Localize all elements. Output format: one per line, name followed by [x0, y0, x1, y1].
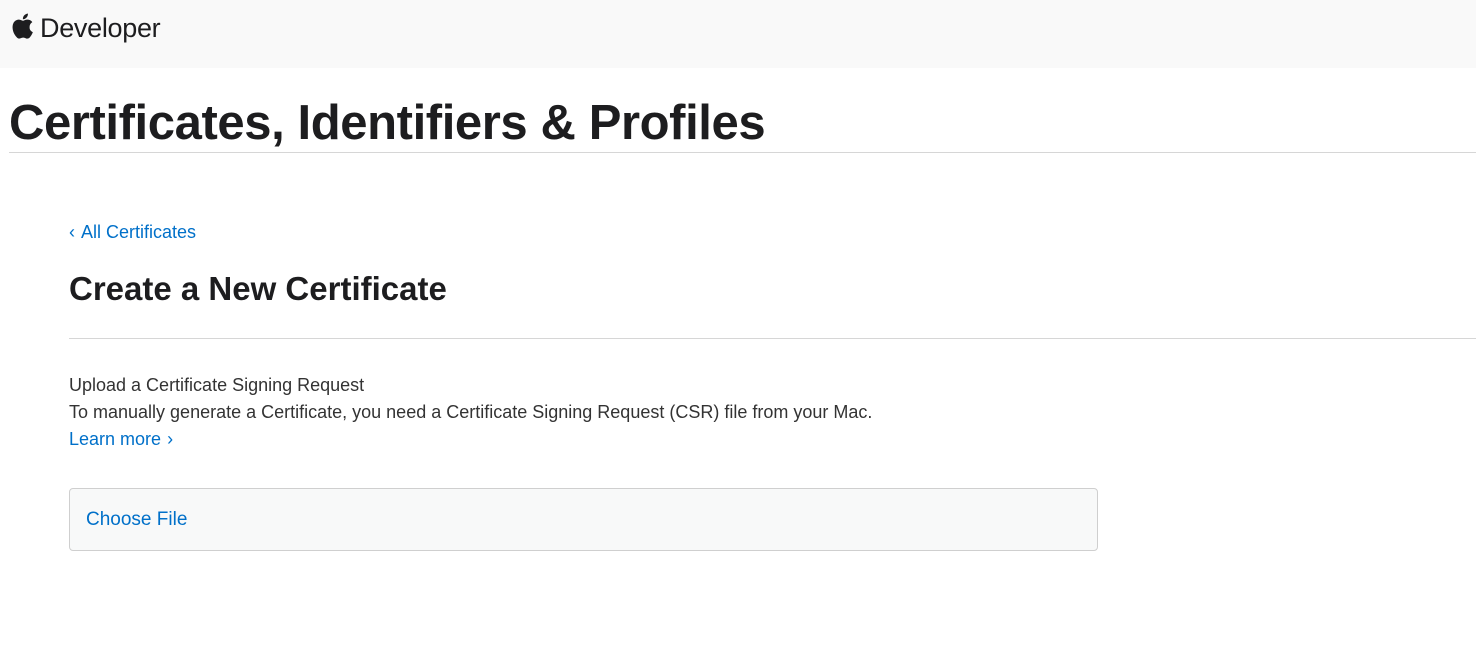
file-upload-dropzone[interactable]: Choose File: [69, 488, 1098, 551]
back-link-label: All Certificates: [81, 222, 197, 242]
chevron-right-icon: ›: [167, 429, 174, 449]
learn-more-link[interactable]: Learn more ›: [69, 427, 173, 451]
section-heading: Create a New Certificate: [69, 270, 447, 307]
all-certificates-back-link[interactable]: ‹ All Certificates: [69, 220, 196, 244]
chevron-left-icon: ‹: [69, 222, 75, 242]
upload-csr-description: To manually generate a Certificate, you …: [69, 402, 873, 422]
developer-home-link[interactable]: Developer: [10, 10, 161, 46]
title-divider: [9, 152, 1476, 153]
learn-more-label: Learn more: [69, 429, 162, 449]
choose-file-button[interactable]: Choose File: [86, 508, 187, 532]
brand-name: Developer: [40, 12, 161, 43]
section-divider: [69, 338, 1476, 339]
page-title: Certificates, Identifiers & Profiles: [9, 96, 766, 150]
top-navigation-bar: Developer: [0, 0, 1476, 68]
upload-csr-heading: Upload a Certificate Signing Request: [69, 375, 365, 395]
apple-logo-icon: [12, 13, 33, 39]
